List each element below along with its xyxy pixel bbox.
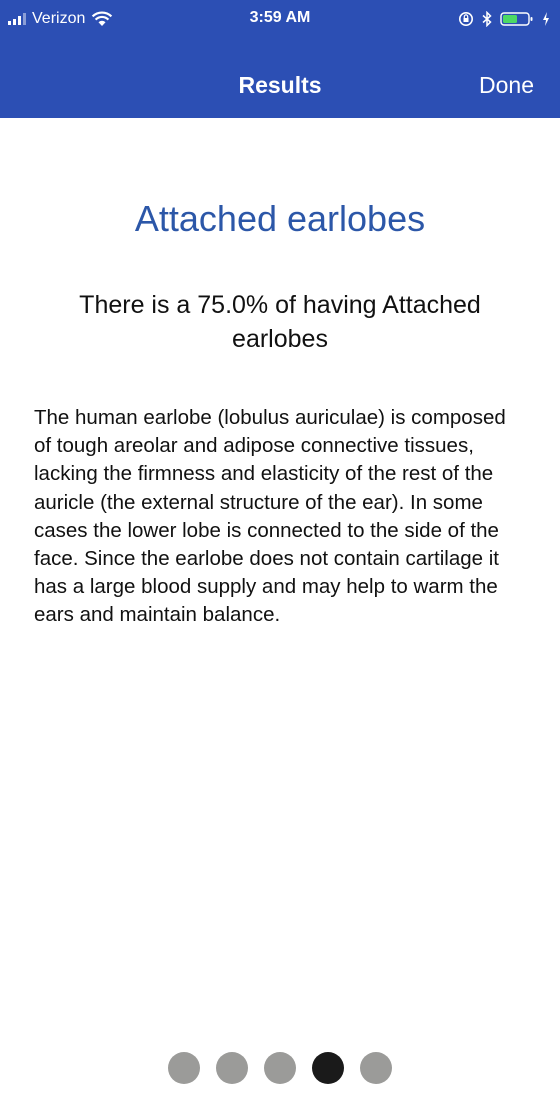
page-indicator[interactable] <box>0 1052 560 1086</box>
done-button[interactable]: Done <box>479 72 534 99</box>
page-dot-2[interactable] <box>216 1052 248 1084</box>
charging-bolt-icon <box>543 12 549 26</box>
nav-title: Results <box>238 72 322 98</box>
trait-description: The human earlobe (lobulus auriculae) is… <box>34 406 506 627</box>
header: Verizon 3:59 AM Results Done <box>0 0 560 118</box>
page-dot-5[interactable] <box>360 1052 392 1084</box>
status-bar: Verizon 3:59 AM <box>0 0 560 38</box>
page-dot-4[interactable] <box>312 1052 344 1084</box>
orientation-lock-icon <box>459 12 473 26</box>
nav-bar: Results Done <box>0 38 560 118</box>
page-dot-3[interactable] <box>264 1052 296 1084</box>
result-title: Attached earlobes <box>134 198 426 239</box>
battery-icon <box>500 12 533 26</box>
page-dot-1[interactable] <box>168 1052 200 1084</box>
status-right <box>458 8 550 30</box>
bluetooth-icon <box>482 11 492 27</box>
probability-text: There is a 75.0% of having Attached earl… <box>79 291 481 353</box>
